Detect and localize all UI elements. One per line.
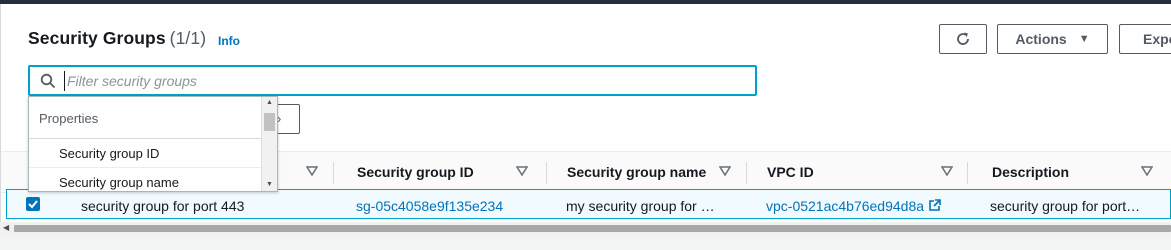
column-header-security-group-id[interactable]: Security group ID — [357, 164, 474, 180]
horizontal-scroll-thumb[interactable] — [14, 225, 1171, 232]
search-icon — [40, 73, 56, 89]
cell-security-group-name: my security group for … — [566, 198, 715, 214]
row-checkbox[interactable] — [26, 197, 40, 211]
external-link-icon[interactable] — [928, 199, 941, 212]
divider — [29, 167, 263, 168]
cell-security-group-id-link[interactable]: sg-05c4058e9f135e234 — [356, 198, 503, 214]
dropdown-header: Properties — [39, 111, 99, 126]
dropdown-scrollbar[interactable]: ▲ ▼ — [261, 97, 277, 191]
export-button[interactable]: Expo — [1119, 24, 1171, 54]
cell-name: security group for port 443 — [81, 198, 245, 214]
column-divider[interactable] — [967, 162, 968, 184]
cell-vpc-id[interactable]: vpc-0521ac4b76ed94d8a — [766, 198, 941, 214]
property-option-security-group-name[interactable]: Security group name — [59, 175, 179, 190]
actions-button[interactable]: Actions ▼ — [997, 24, 1108, 54]
sort-icon[interactable] — [1141, 166, 1153, 176]
search-box — [28, 65, 757, 96]
column-divider[interactable] — [333, 162, 334, 184]
cell-description: security group for port… — [990, 198, 1141, 214]
export-label: Expo — [1143, 31, 1171, 47]
vpc-id-link[interactable]: vpc-0521ac4b76ed94d8a — [766, 198, 924, 214]
title-text: Security Groups — [28, 28, 166, 48]
scroll-up-icon[interactable]: ▲ — [266, 99, 273, 106]
scroll-down-icon[interactable]: ▼ — [266, 181, 273, 188]
actions-label: Actions — [1015, 31, 1067, 47]
divider — [29, 138, 263, 139]
page-background — [0, 234, 1171, 250]
column-header-security-group-name[interactable]: Security group name — [567, 164, 706, 180]
search-input[interactable] — [64, 71, 744, 91]
scroll-left-icon[interactable]: ◀ — [3, 223, 9, 232]
title-count: (1/1) — [169, 28, 207, 48]
column-header-description[interactable]: Description — [992, 164, 1069, 180]
column-header-vpc-id[interactable]: VPC ID — [767, 164, 814, 180]
column-divider[interactable] — [546, 162, 547, 184]
sort-icon[interactable] — [941, 166, 953, 176]
caret-down-icon: ▼ — [1078, 33, 1090, 45]
property-dropdown: Properties Security group ID Security gr… — [28, 96, 278, 192]
property-option-security-group-id[interactable]: Security group ID — [59, 146, 159, 161]
column-divider[interactable] — [746, 162, 747, 184]
info-link[interactable]: Info — [218, 34, 240, 48]
page-title: Security Groups (1/1) — [28, 28, 206, 49]
refresh-icon — [957, 32, 969, 45]
pagination-button[interactable]: › — [277, 104, 300, 134]
sort-icon[interactable] — [719, 166, 731, 176]
sort-icon[interactable] — [306, 166, 318, 176]
checkmark-icon — [28, 200, 38, 209]
scroll-thumb[interactable] — [264, 113, 275, 131]
sort-icon[interactable] — [516, 166, 528, 176]
refresh-button[interactable] — [939, 24, 987, 54]
horizontal-scrollbar[interactable]: ◀ — [0, 222, 1171, 234]
